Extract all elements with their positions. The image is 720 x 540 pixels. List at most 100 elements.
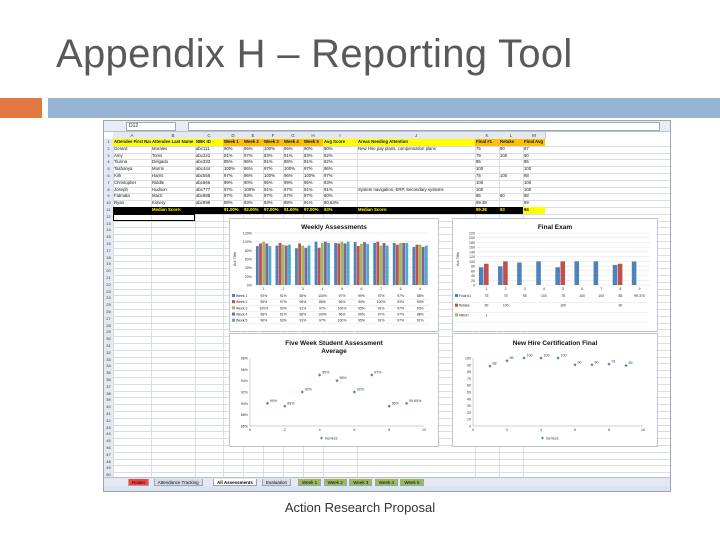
- cell[interactable]: Harris: [151, 173, 195, 180]
- cell[interactable]: 100: [499, 173, 523, 180]
- cell[interactable]: [195, 207, 223, 214]
- cell[interactable]: 85: [475, 193, 499, 200]
- cell[interactable]: 100: [475, 180, 499, 187]
- cell[interactable]: 86%: [243, 166, 263, 173]
- cell[interactable]: Marzi: [151, 193, 195, 200]
- cell[interactable]: Riddle: [151, 180, 195, 187]
- cell[interactable]: Gerard: [113, 146, 151, 153]
- cell[interactable]: 90: [523, 153, 545, 160]
- cell[interactable]: 90%: [303, 146, 323, 153]
- cell[interactable]: 100%: [243, 187, 263, 194]
- cell[interactable]: 92%: [323, 159, 357, 166]
- cell[interactable]: abc999: [195, 200, 223, 207]
- cell[interactable]: Attendee First Name: [113, 139, 151, 146]
- cell[interactable]: [499, 159, 523, 166]
- cell[interactable]: Toms: [151, 153, 195, 160]
- column-header[interactable]: K: [475, 132, 500, 139]
- cell[interactable]: Tiunna: [113, 159, 151, 166]
- cell[interactable]: 88%: [283, 200, 303, 207]
- cell[interactable]: 97.00%: [263, 207, 283, 214]
- cell[interactable]: Final #1: [475, 139, 499, 146]
- cell[interactable]: 95: [523, 159, 545, 166]
- cell[interactable]: 97%: [303, 193, 323, 200]
- column-header[interactable]: F: [263, 132, 284, 139]
- cell[interactable]: 91%: [323, 187, 357, 194]
- cell[interactable]: [357, 159, 475, 166]
- cell[interactable]: [499, 166, 523, 173]
- cell[interactable]: 93%: [263, 200, 283, 207]
- cell[interactable]: abc888: [195, 193, 223, 200]
- cell[interactable]: 91%: [303, 200, 323, 207]
- cell[interactable]: 97%: [323, 173, 357, 180]
- sheet-tab[interactable]: Week 2: [323, 479, 347, 486]
- sheet-tab[interactable]: Week 1: [298, 479, 322, 486]
- name-box[interactable]: D12: [126, 122, 176, 131]
- cell[interactable]: Joseph: [113, 187, 151, 194]
- cell[interactable]: 97%: [223, 187, 243, 194]
- cell[interactable]: 100: [523, 180, 545, 187]
- cell[interactable]: 90%: [223, 146, 243, 153]
- cell[interactable]: 100: [475, 187, 499, 194]
- cell[interactable]: Retake: [499, 139, 523, 146]
- cell[interactable]: [357, 173, 475, 180]
- cell[interactable]: 100: [523, 187, 545, 194]
- cell[interactable]: [499, 187, 523, 194]
- cell[interactable]: 91%: [303, 187, 323, 194]
- cell[interactable]: Delgado: [151, 159, 195, 166]
- cell[interactable]: 90: [499, 146, 523, 153]
- cell[interactable]: 90.63%: [323, 200, 357, 207]
- cell[interactable]: abc222: [195, 153, 223, 160]
- cell[interactable]: 96%: [243, 159, 263, 166]
- cell[interactable]: 90%: [323, 193, 357, 200]
- column-header[interactable]: G: [283, 132, 304, 139]
- cell[interactable]: 99.38: [475, 200, 499, 207]
- cell[interactable]: Week 4: [283, 139, 303, 146]
- cell[interactable]: 91%: [263, 159, 283, 166]
- cell[interactable]: Median Score:: [151, 207, 195, 214]
- cell[interactable]: Tashanya: [113, 166, 151, 173]
- cell[interactable]: Avg Score: [323, 139, 357, 146]
- cell[interactable]: Morales: [151, 146, 195, 153]
- cell[interactable]: 100: [523, 166, 545, 173]
- formula-input[interactable]: [188, 122, 660, 131]
- cell[interactable]: System navigation, ERP, Secondary system…: [357, 187, 475, 194]
- cell[interactable]: 100%: [283, 166, 303, 173]
- cell[interactable]: Week 5: [303, 139, 323, 146]
- cell[interactable]: 97%: [303, 166, 323, 173]
- cell[interactable]: 88: [523, 193, 545, 200]
- cell[interactable]: 97%: [223, 193, 243, 200]
- cell[interactable]: 97%: [263, 166, 283, 173]
- cell[interactable]: 90%: [243, 180, 263, 187]
- cell[interactable]: abc444: [195, 166, 223, 173]
- cell[interactable]: Areas Needing Attention: [357, 139, 475, 146]
- cell[interactable]: 88: [523, 173, 545, 180]
- cell[interactable]: 87: [523, 146, 545, 153]
- cell[interactable]: 92%: [323, 153, 357, 160]
- cell[interactable]: [113, 207, 151, 214]
- cell[interactable]: [357, 153, 475, 160]
- cell[interactable]: 97.00%: [303, 207, 323, 214]
- cell[interactable]: 90: [499, 193, 523, 200]
- cell[interactable]: abc333: [195, 159, 223, 166]
- sheet-tab[interactable]: Evaluation: [262, 479, 292, 486]
- sheet-tab[interactable]: Week 5: [400, 479, 424, 486]
- sheet-tab[interactable]: All Assessments: [213, 479, 257, 486]
- cell[interactable]: 97%: [263, 193, 283, 200]
- sheet-tab[interactable]: Roster: [128, 479, 150, 486]
- cell[interactable]: 96%: [243, 146, 263, 153]
- cell[interactable]: 99%: [223, 180, 243, 187]
- cell[interactable]: 93%: [243, 200, 263, 207]
- selected-cell[interactable]: [113, 213, 195, 221]
- cell[interactable]: Morris: [151, 166, 195, 173]
- cell[interactable]: abc111: [195, 146, 223, 153]
- cell[interactable]: 99: [523, 200, 545, 207]
- cell[interactable]: New Hire pay plans, compensation plans: [357, 146, 475, 153]
- cell[interactable]: 91%: [283, 153, 303, 160]
- sheet-tab[interactable]: Week 4: [374, 479, 398, 486]
- column-header[interactable]: J: [357, 132, 476, 139]
- cell[interactable]: abc777: [195, 187, 223, 194]
- cell[interactable]: 93%: [263, 153, 283, 160]
- cell[interactable]: 100%: [303, 173, 323, 180]
- cell[interactable]: 96%: [243, 173, 263, 180]
- cell[interactable]: 90%: [323, 146, 357, 153]
